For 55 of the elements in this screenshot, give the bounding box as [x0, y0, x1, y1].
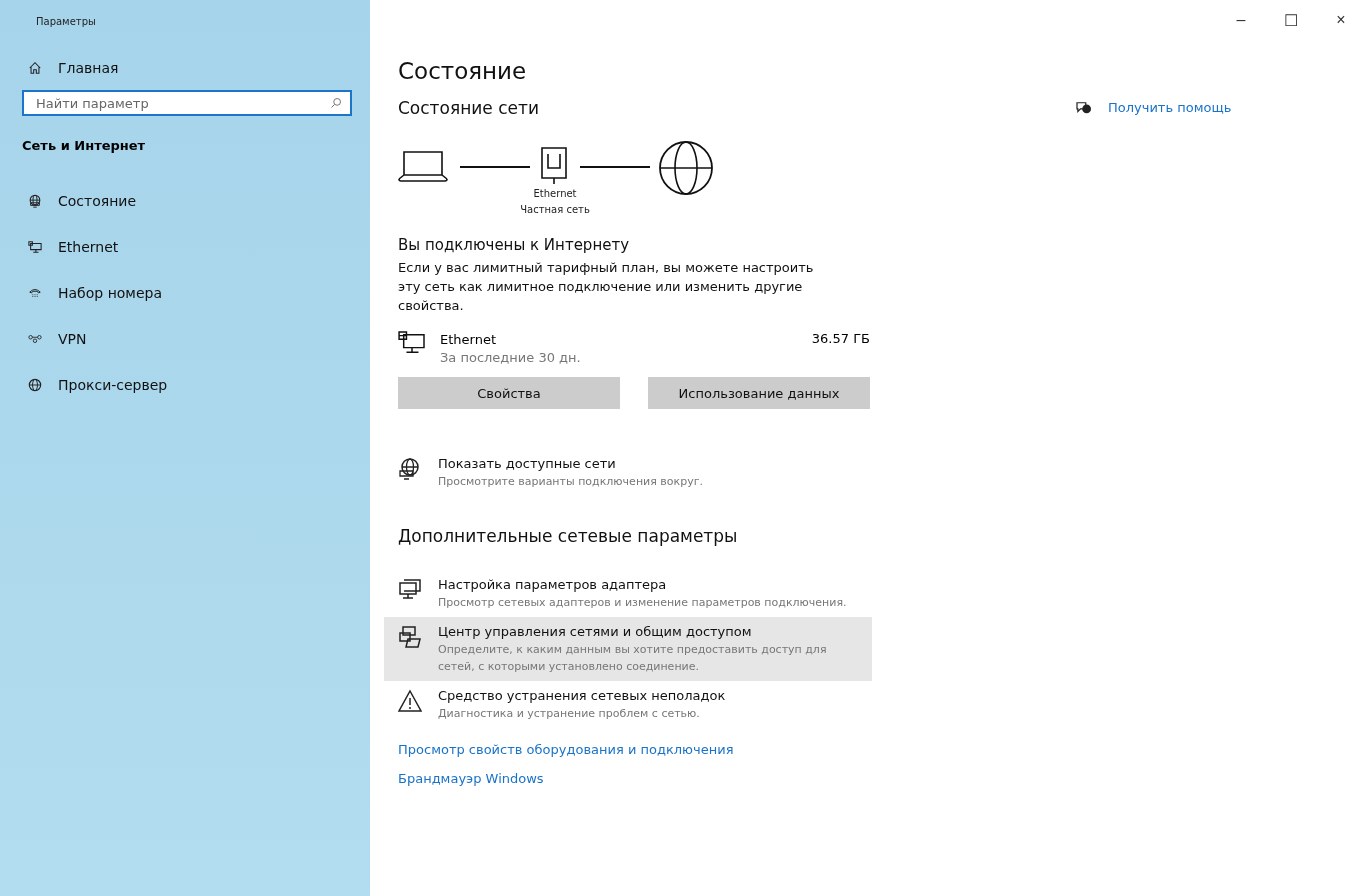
- item-title: Средство устранения сетевых неполадок: [438, 687, 726, 705]
- home-link[interactable]: Главная: [22, 57, 119, 79]
- globe-icon: [658, 140, 714, 196]
- status-title: Вы подключены к Интернету: [398, 236, 630, 254]
- settings-item[interactable]: Центр управления сетями и общим доступом Определите, к каким данным вы хотите предоставить доступ для сетей, с которыми установлено соединение.: [384, 617, 872, 681]
- warning-icon: [398, 689, 422, 713]
- settings-link[interactable]: Брандмауэр Windows: [398, 771, 544, 786]
- network-folder-icon: [398, 625, 422, 649]
- search-icon: [330, 97, 342, 109]
- globe-monitor-icon: [28, 194, 42, 208]
- section-title: Состояние сети: [398, 98, 539, 118]
- globe-icon: [28, 378, 42, 392]
- item-title: Центр управления сетями и общим доступом: [438, 623, 753, 641]
- item-description: Просмотр сетевых адаптеров и изменение параметров подключения.: [438, 595, 847, 611]
- nav-item[interactable]: Прокси-сервер: [22, 362, 168, 408]
- settings-item[interactable]: Средство устранения сетевых неполадок Диагностика и устранение проблем с сетью.: [384, 681, 872, 728]
- show-networks-item[interactable]: Показать доступные сети Просмотрите варианты подключения вокруг.: [384, 449, 872, 496]
- search-field[interactable]: Найти параметр: [22, 90, 352, 116]
- nav-item[interactable]: VPN: [22, 316, 87, 362]
- nav-item[interactable]: Ethernet: [22, 224, 119, 270]
- monitor-icon: [28, 240, 42, 254]
- settings-link[interactable]: Просмотр свойств оборудования и подключения: [398, 742, 734, 757]
- item-title: Показать доступные сети: [438, 455, 617, 473]
- section-heading: Сеть и Интернет: [22, 138, 146, 153]
- home-icon: [28, 61, 42, 75]
- item-description: Диагностика и устранение проблем с сетью.: [438, 706, 701, 722]
- help-link[interactable]: Получить помощь: [1108, 100, 1232, 115]
- item-title: Настройка параметров адаптера: [438, 576, 668, 594]
- adapter-label: Ethernet: [533, 187, 577, 201]
- minimize-button[interactable]: –: [1216, 6, 1266, 34]
- connection-line: [580, 166, 650, 168]
- phone-icon: [28, 286, 42, 300]
- globe-monitor-icon: [398, 457, 422, 481]
- item-description: Просмотрите варианты подключения вокруг.: [438, 474, 703, 490]
- connection-name: Ethernet: [440, 331, 497, 349]
- close-button[interactable]: ×: [1316, 6, 1366, 34]
- settings-item[interactable]: Настройка параметров адаптера Просмотр сетевых адаптеров и изменение параметров подключения.: [384, 570, 872, 617]
- advanced-heading: Дополнительные сетевые параметры: [398, 526, 738, 546]
- data-usage: 36.57 ГБ: [811, 331, 870, 346]
- action-button[interactable]: Использование данных: [648, 377, 870, 409]
- maximize-button[interactable]: ☐: [1266, 6, 1316, 34]
- connection-period: За последние 30 дн.: [440, 349, 581, 367]
- item-description: Определите, к каким данным вы хотите предоставить доступ для сетей, с которыми установлено соединение.: [438, 642, 828, 675]
- window-title: Параметры: [36, 16, 96, 27]
- page-title: Состояние: [398, 58, 527, 84]
- connection-line: [460, 166, 530, 168]
- nav-item[interactable]: Набор номера: [22, 270, 162, 316]
- chat-bubbles-icon: [1076, 100, 1092, 115]
- network-label: Частная сеть: [520, 203, 590, 217]
- vpn-icon: [28, 332, 42, 346]
- monitors-icon: [398, 578, 422, 602]
- monitor-icon: [398, 331, 426, 355]
- action-button[interactable]: Свойства: [398, 377, 620, 409]
- nav-item[interactable]: Состояние: [22, 178, 137, 224]
- status-description: Если у вас лимитный тарифный план, вы можете настроить эту сеть как лимитное подключение или изменить другие свойства.: [398, 259, 815, 315]
